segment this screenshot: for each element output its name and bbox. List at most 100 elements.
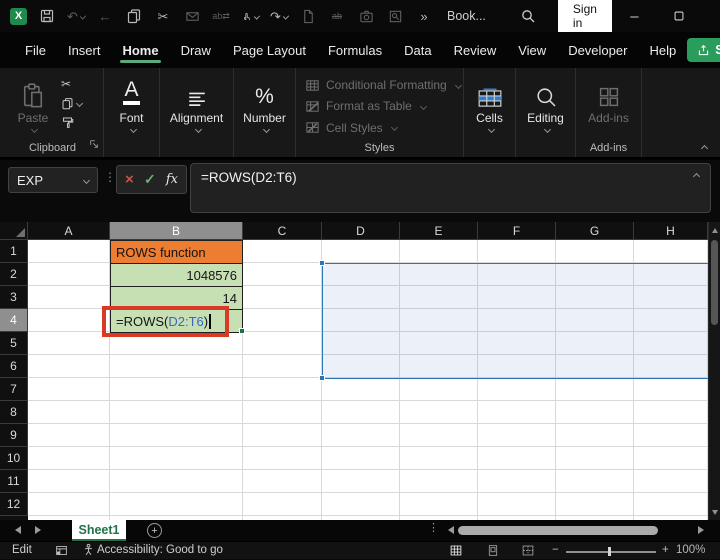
cells-button[interactable]: Cells <box>468 75 512 137</box>
add-sheet-button[interactable]: + <box>147 523 162 538</box>
row-header-11[interactable]: 11 <box>0 470 28 493</box>
alignment-button[interactable]: Alignment <box>170 75 223 137</box>
scroll-right-icon[interactable] <box>698 526 704 534</box>
previous-sheet-icon[interactable] <box>15 526 21 534</box>
column-header-F[interactable]: F <box>478 222 556 240</box>
row-header-5[interactable]: 5 <box>0 332 28 355</box>
tab-draw[interactable]: Draw <box>170 34 222 67</box>
tab-review[interactable]: Review <box>443 34 508 67</box>
page-break-preview-icon[interactable] <box>521 544 535 560</box>
format-painter-button[interactable] <box>61 115 74 129</box>
column-header-C[interactable]: C <box>243 222 322 240</box>
row-header-8[interactable]: 8 <box>0 401 28 424</box>
alignment-group: Alignment <box>160 68 234 157</box>
page-layout-view-icon[interactable] <box>486 544 500 560</box>
tab-home[interactable]: Home <box>111 34 169 67</box>
accessibility-status[interactable]: Accessibility: Good to go <box>97 544 223 556</box>
zoom-in-button[interactable]: + <box>662 544 669 556</box>
tab-file[interactable]: File <box>14 34 57 67</box>
alignment-label: Alignment <box>169 111 224 125</box>
chevron-down-icon <box>454 81 462 89</box>
cell-B2[interactable]: 1048576 <box>110 263 243 287</box>
minimize-button[interactable]: – <box>612 0 657 32</box>
zoom-out-button[interactable]: − <box>552 544 559 556</box>
zoom-level[interactable]: 100% <box>676 544 705 556</box>
row-header-1[interactable]: 1 <box>0 240 28 263</box>
collapse-ribbon-icon[interactable] <box>700 144 709 153</box>
row-header-4[interactable]: 4 <box>0 309 28 332</box>
formula-bar-buttons: × ✓ fx <box>116 165 187 194</box>
clipboard-dialog-launcher-icon[interactable] <box>89 136 99 154</box>
vertical-scroll-thumb[interactable] <box>711 240 718 325</box>
normal-view-icon[interactable] <box>449 544 463 560</box>
copy-icon[interactable] <box>125 7 143 25</box>
horizontal-scroll-thumb[interactable] <box>458 526 658 535</box>
macro-recording-icon[interactable] <box>55 544 68 560</box>
formula-bar-row: EXP ⋮ × ✓ fx =ROWS(D2:T6) <box>0 160 720 222</box>
formula-bar-drag-handle[interactable]: ⋮ <box>104 171 116 183</box>
cancel-icon[interactable]: × <box>125 171 134 188</box>
select-all-corner[interactable] <box>0 222 28 240</box>
column-header-A[interactable]: A <box>28 222 110 240</box>
editing-button[interactable]: Editing <box>524 75 568 137</box>
scroll-down-icon[interactable] <box>711 510 718 515</box>
selected-range-d2-t6[interactable] <box>322 263 708 379</box>
more-commands-icon[interactable]: » <box>415 7 433 25</box>
row-header-3[interactable]: 3 <box>0 286 28 309</box>
font-button[interactable]: A Font <box>110 75 154 137</box>
maximize-button[interactable] <box>657 0 702 32</box>
touch-mode-icon[interactable] <box>241 7 261 25</box>
column-header-H[interactable]: H <box>634 222 708 240</box>
accessibility-icon[interactable] <box>82 543 95 560</box>
insert-function-icon[interactable]: fx <box>166 172 178 187</box>
cells-label: Cells <box>476 111 503 125</box>
column-header-G[interactable]: G <box>556 222 634 240</box>
cell-B1[interactable]: ROWS function <box>110 240 243 264</box>
selection-handle[interactable] <box>319 375 325 381</box>
tab-formulas[interactable]: Formulas <box>317 34 393 67</box>
share-button[interactable]: Share <box>687 38 720 62</box>
zoom-slider-thumb[interactable] <box>608 547 611 556</box>
row-header-10[interactable]: 10 <box>0 447 28 470</box>
tab-help[interactable]: Help <box>638 34 687 67</box>
close-button[interactable]: × <box>702 0 720 32</box>
name-box[interactable]: EXP <box>8 167 98 193</box>
copy-button[interactable] <box>61 96 84 110</box>
scroll-up-icon[interactable] <box>711 228 718 233</box>
tab-insert[interactable]: Insert <box>57 34 112 67</box>
cut-icon[interactable]: ✂ <box>154 7 172 25</box>
scroll-left-icon[interactable] <box>448 526 454 534</box>
sign-in-button[interactable]: Sign in <box>557 0 612 35</box>
row-header-7[interactable]: 7 <box>0 378 28 401</box>
scrollbar-drag-handle[interactable]: ⋮ <box>428 523 439 534</box>
zoom-slider[interactable] <box>566 551 656 553</box>
styles-group-label: Styles <box>364 142 395 154</box>
grid-body[interactable]: ROWS function 1048576 14 =ROWS(D2:T6) <box>28 240 708 520</box>
selection-handle[interactable] <box>319 260 325 266</box>
tab-page-layout[interactable]: Page Layout <box>222 34 317 67</box>
spreadsheet-grid: ABCDEFGH 1 2 3 4 5 6 7 8 9 10 11 12 ROWS function 1… <box>0 222 720 520</box>
collapse-formula-bar-icon[interactable] <box>692 172 701 181</box>
number-button[interactable]: % Number <box>243 75 287 137</box>
save-icon[interactable] <box>38 7 56 25</box>
row-header-12[interactable]: 12 <box>0 493 28 516</box>
tab-developer[interactable]: Developer <box>557 34 638 67</box>
vertical-scrollbar[interactable] <box>708 222 720 520</box>
fill-handle[interactable] <box>239 328 245 334</box>
formula-bar-input[interactable]: =ROWS(D2:T6) <box>190 163 711 213</box>
row-header-2[interactable]: 2 <box>0 263 28 286</box>
tab-view[interactable]: View <box>507 34 557 67</box>
column-header-D[interactable]: D <box>322 222 400 240</box>
sheet-tab-sheet1[interactable]: Sheet1 <box>72 520 126 541</box>
row-header-6[interactable]: 6 <box>0 355 28 378</box>
column-header-E[interactable]: E <box>400 222 478 240</box>
column-header-B[interactable]: B <box>110 222 243 240</box>
tab-data[interactable]: Data <box>393 34 442 67</box>
enter-icon[interactable]: ✓ <box>144 171 156 188</box>
ribbon-tabs: File Insert Home Draw Page Layout Formulas Dat… <box>14 34 687 67</box>
next-sheet-icon[interactable] <box>35 526 41 534</box>
row-header-9[interactable]: 9 <box>0 424 28 447</box>
cut-button[interactable]: ✂ <box>61 77 71 91</box>
search-icon[interactable] <box>520 7 536 25</box>
redo-icon[interactable]: ↷ <box>270 7 290 25</box>
